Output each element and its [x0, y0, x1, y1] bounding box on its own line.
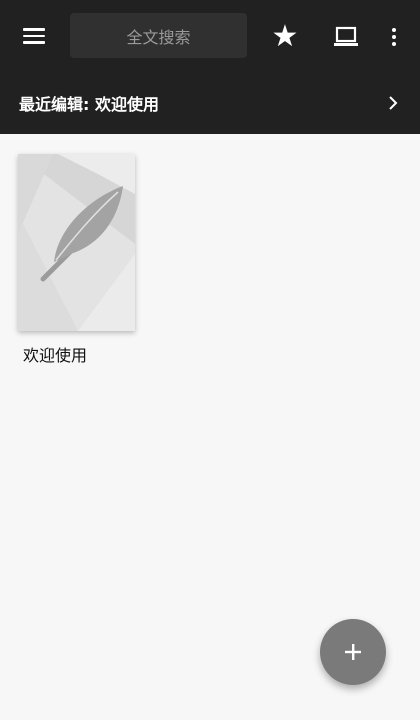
toolbar: 全文搜索 ★	[0, 0, 420, 72]
recent-edit-label: 最近编辑: 欢迎使用	[19, 95, 159, 114]
plus-icon	[345, 644, 361, 660]
document-thumbnail	[18, 154, 135, 331]
document-title: 欢迎使用	[23, 346, 88, 365]
menu-button[interactable]	[12, 18, 56, 54]
more-options-button[interactable]	[380, 18, 408, 56]
star-icon: ★	[271, 19, 299, 54]
more-vertical-icon	[392, 25, 396, 49]
recent-edit-row[interactable]: 最近编辑: 欢迎使用	[0, 80, 420, 126]
search-input[interactable]: 全文搜索	[70, 13, 247, 58]
add-document-button[interactable]	[320, 619, 386, 685]
laptop-button[interactable]	[328, 20, 364, 54]
top-app-bar: 全文搜索 ★ 最近编辑: 欢迎使用	[0, 0, 420, 134]
hamburger-menu-icon	[23, 24, 45, 48]
thumbnail-background	[18, 154, 135, 331]
search-placeholder: 全文搜索	[126, 27, 191, 47]
document-card[interactable]: 欢迎使用	[16, 152, 140, 370]
chevron-right-icon	[389, 96, 398, 110]
favorites-button[interactable]: ★	[266, 18, 304, 56]
laptop-icon	[334, 26, 358, 46]
